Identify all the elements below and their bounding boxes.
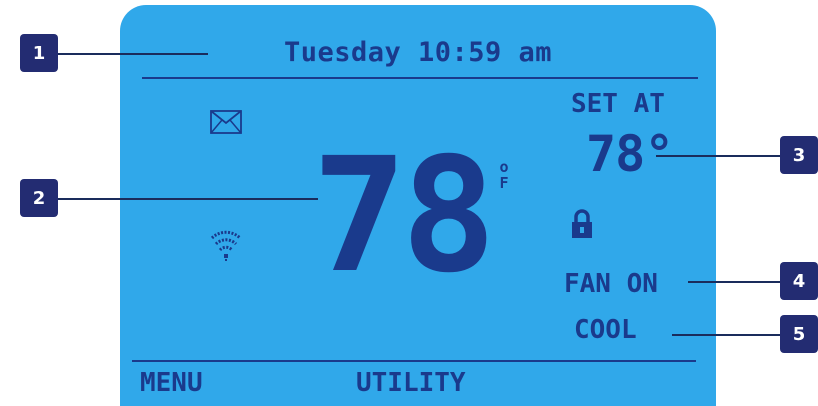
system-mode-status: COOL [574,315,637,345]
callout-badge-4: 4 [780,262,818,300]
set-at-label: SET AT [571,89,665,119]
callout-line-5 [672,334,780,336]
current-temperature: 78 [312,124,496,308]
callout-badge-5: 5 [780,315,818,353]
unit-letter: F [499,174,509,192]
callout-badge-3: 3 [780,136,818,174]
callout-line-4 [688,281,780,283]
menu-softkey[interactable]: MENU [140,370,203,396]
thermostat-screen: Tuesday 10:59 am 78 o F SET AT 78° FAN O… [120,5,716,406]
date-time-display: Tuesday 10:59 am [283,37,553,68]
callout-line-1 [58,53,208,55]
wifi-icon [210,230,242,261]
bottom-divider [132,360,696,362]
utility-softkey[interactable]: UTILITY [356,370,466,396]
lock-icon [572,209,592,238]
top-divider [142,77,698,79]
temperature-unit: o F [498,159,510,191]
callout-badge-2: 2 [20,179,58,217]
unit-degree-glyph: o [499,158,509,176]
callout-line-2 [58,198,318,200]
callout-line-3 [656,155,780,157]
mail-icon [210,110,242,134]
set-point-temperature: 78° [586,125,674,183]
callout-badge-1: 1 [20,34,58,72]
fan-status: FAN ON [564,269,658,299]
